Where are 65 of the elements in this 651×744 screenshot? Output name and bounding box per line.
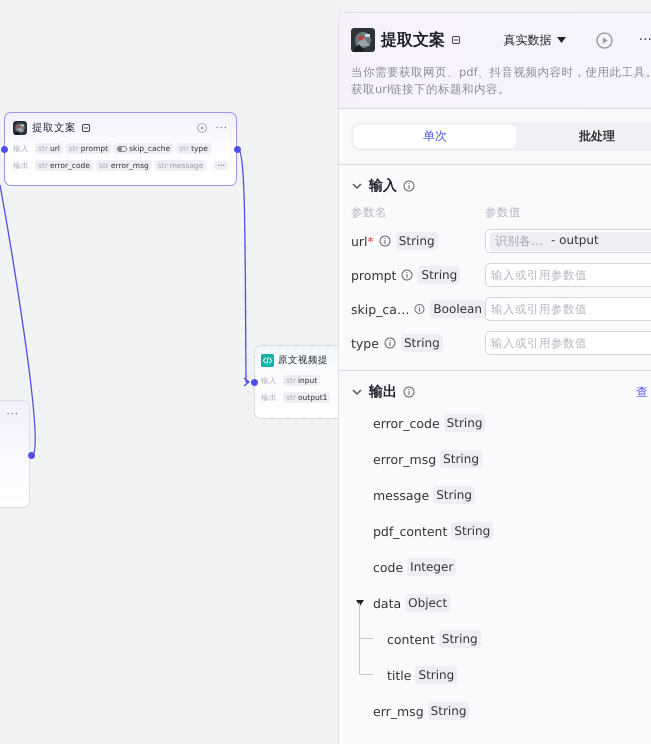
port-dot[interactable] [251,379,258,386]
info-icon [403,180,415,192]
more-icon[interactable]: ··· [6,409,19,420]
type-tag: Integer [407,558,456,576]
tab[interactable]: 批处理 [516,125,651,148]
more-button[interactable]: ··· [638,32,651,48]
type-tag: String [418,266,460,284]
caret-icon [556,37,566,43]
section-title: 输出 [369,383,397,401]
type-tag: String [396,232,438,250]
type-tag: String [400,334,443,352]
node-title: 原文视频提 [278,354,328,367]
column-header: 参数值 [485,205,521,220]
more-button[interactable]: ··· [214,161,228,170]
param-name: skip_ca… [351,302,410,316]
more-icon[interactable]: ··· [215,122,228,134]
view-link[interactable]: 查 [636,384,648,400]
workflow-node[interactable]: ··· [0,400,30,508]
tab[interactable]: 单次 [354,125,516,148]
tree-line [359,639,373,675]
type-tag: Object [405,594,450,612]
output-name: message [373,488,430,502]
code-icon [261,354,274,367]
input-field[interactable]: 输入或引用参数值 [485,263,651,287]
section-title: 输入 [369,177,397,195]
output-name: data [373,596,402,610]
type-tag: String [438,630,481,648]
info-icon [403,386,415,398]
panel-title: 提取文案 [381,30,445,50]
description: 当你需要获取网页、pdf、抖音视频内容时，使用此工具。获取url链接下的标题和内容。 [351,64,651,98]
info-icon [401,269,414,281]
input-field[interactable]: 输入或引用参数值 [485,297,651,321]
type-tag: String [451,522,494,540]
column-header: 参数名 [351,205,388,220]
type-tag: String [428,702,470,720]
output-name: error_code [373,416,440,430]
type-tag: String [433,486,475,504]
type-tag: String [444,414,486,432]
tree-line [359,603,373,639]
caret-icon[interactable] [355,598,365,608]
output-name: pdf_content [373,524,448,538]
output-name: err_msg [373,704,424,718]
play-icon[interactable] [596,32,613,48]
toggle-icon [117,146,128,152]
node-title: 提取文案 [32,121,76,135]
port-dot[interactable] [234,146,241,153]
info-icon [384,337,396,349]
output-name: content [387,632,435,646]
info-icon [378,235,391,247]
mode-dropdown[interactable]: 真实数据 [504,32,566,48]
param-name: type [351,336,379,350]
port-dot[interactable] [1,146,8,153]
type-tag: String [440,450,482,468]
type-tag: String [415,666,458,684]
output-name: code [373,560,404,574]
input-field[interactable]: 输入或引用参数值 [485,331,651,355]
output-name: title [387,668,412,682]
param-name: url* [351,234,374,248]
type-tag: Boolean [430,300,485,318]
play-icon[interactable] [197,123,208,133]
output-name: error_msg [373,452,436,466]
param-name: prompt [351,268,396,282]
reference-field[interactable]: 识别各… - output [485,229,651,253]
info-icon [414,303,426,315]
port-dot[interactable] [28,452,35,459]
